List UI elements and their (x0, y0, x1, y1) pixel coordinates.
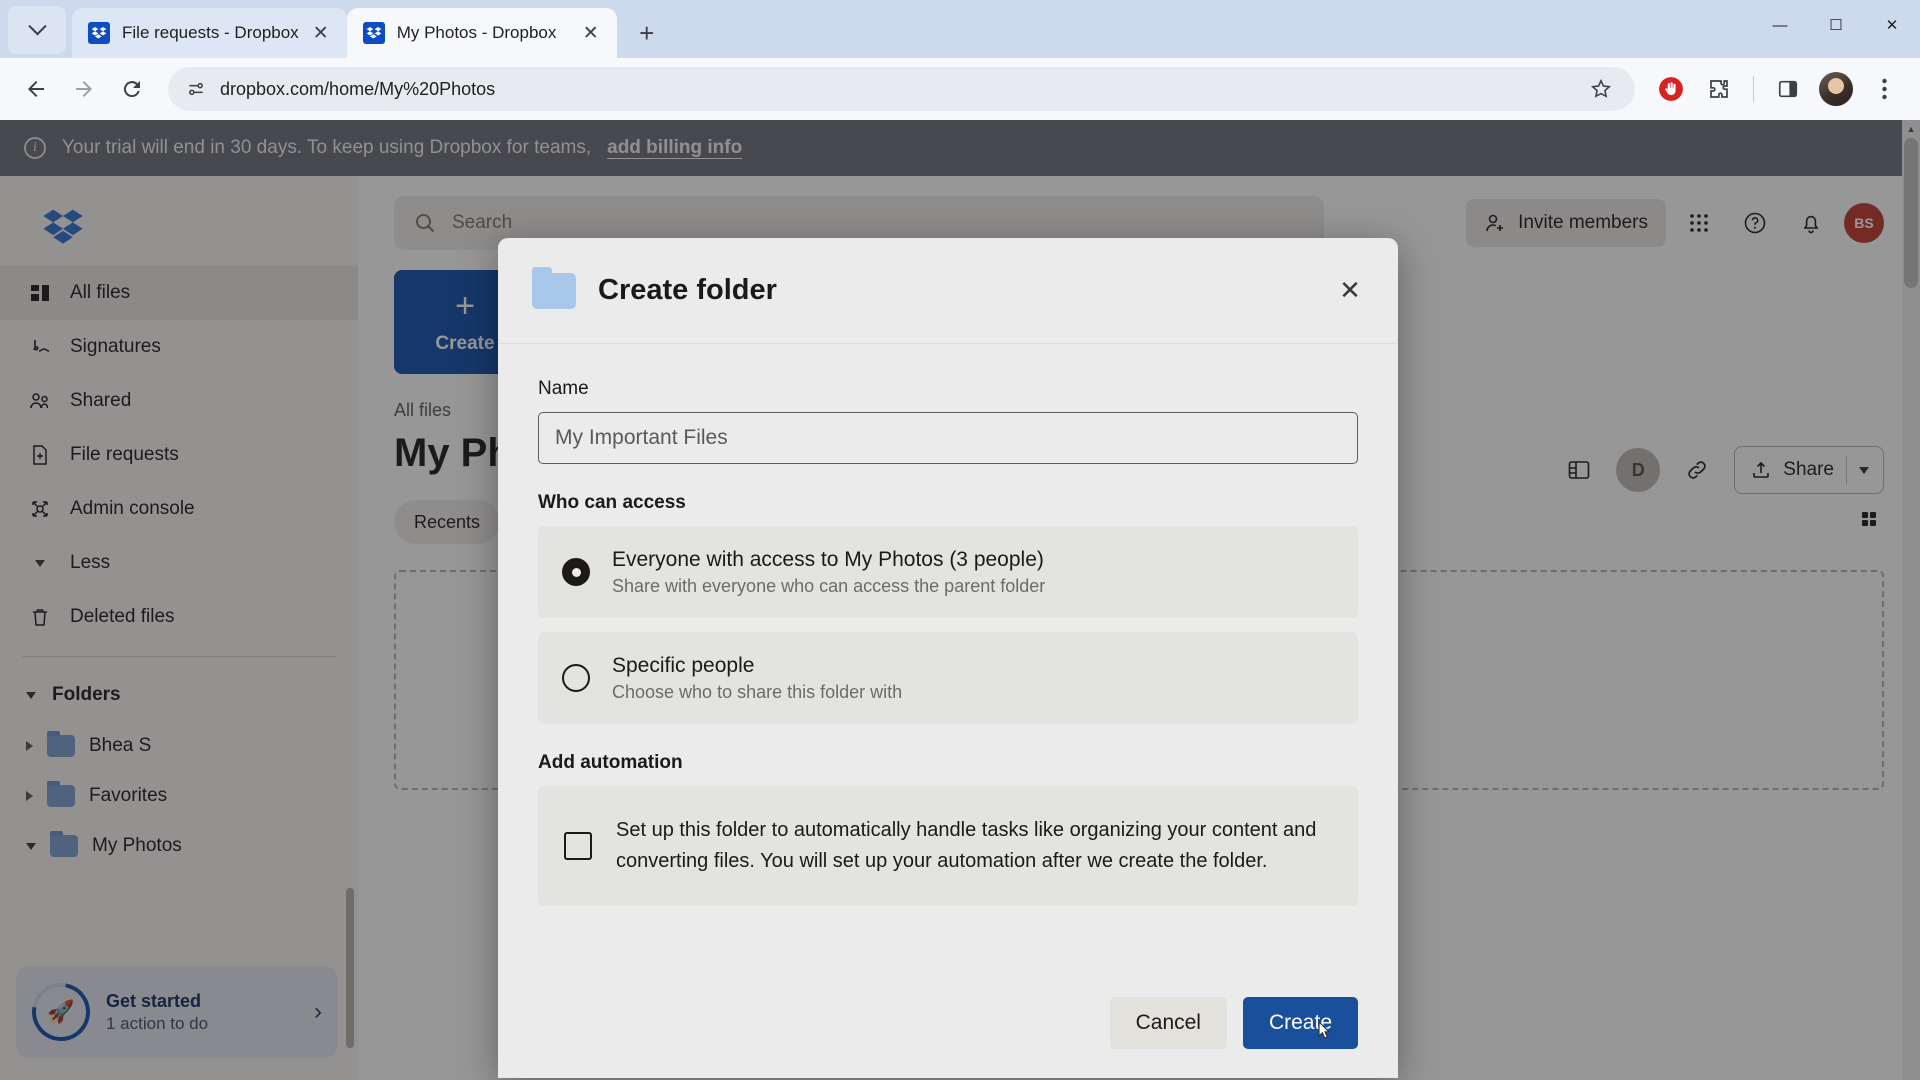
folder-icon (532, 266, 576, 309)
access-option-everyone[interactable]: Everyone with access to My Photos (3 peo… (538, 526, 1358, 618)
three-dot-menu-icon[interactable] (1862, 67, 1906, 111)
side-panel-icon[interactable] (1766, 67, 1810, 111)
radio-specific-people[interactable] (562, 664, 590, 692)
option-subtitle: Share with everyone who can access the p… (612, 575, 1046, 596)
close-icon[interactable]: ✕ (1328, 268, 1372, 312)
star-icon[interactable] (1579, 67, 1623, 111)
create-folder-button[interactable]: Create (1242, 997, 1358, 1049)
browser-window: File requests - Dropbox ✕ My Photos - Dr… (0, 0, 1920, 1080)
adblock-stop-hand-icon[interactable] (1649, 67, 1693, 111)
site-settings-icon[interactable] (186, 79, 206, 99)
dropbox-icon (88, 22, 110, 44)
name-field-label: Name (538, 378, 589, 399)
window-controls: — ☐ ✕ (1752, 0, 1920, 50)
chevron-down-icon (27, 16, 47, 35)
option-title: Everyone with access to My Photos (3 peo… (612, 547, 1044, 571)
dialog-title: Create folder (598, 274, 777, 306)
browser-tab-my-photos[interactable]: My Photos - Dropbox ✕ (346, 8, 617, 58)
tab-search-button[interactable] (8, 6, 66, 54)
access-option-specific-people[interactable]: Specific people Choose who to share this… (538, 632, 1358, 724)
create-folder-dialog: Create folder ✕ Name My Important Files … (498, 238, 1398, 1078)
automation-checkbox[interactable] (564, 832, 592, 860)
address-bar[interactable]: dropbox.com/home/My%20Photos (168, 67, 1635, 111)
tab-title: File requests - Dropbox (122, 23, 299, 42)
add-automation-label: Add automation (538, 752, 683, 773)
url-text[interactable]: dropbox.com/home/My%20Photos (220, 79, 1565, 100)
who-can-access-label: Who can access (538, 492, 686, 513)
browser-toolbar: dropbox.com/home/My%20Photos (0, 58, 1920, 120)
browser-tab-file-requests[interactable]: File requests - Dropbox ✕ (72, 8, 347, 58)
close-icon[interactable]: ✕ (577, 19, 605, 47)
option-subtitle: Choose who to share this folder with (612, 681, 903, 702)
close-window-button[interactable]: ✕ (1864, 0, 1920, 50)
automation-option[interactable]: Set up this folder to automatically hand… (538, 786, 1358, 906)
reload-icon[interactable] (110, 67, 154, 111)
maximize-button[interactable]: ☐ (1808, 0, 1864, 50)
automation-description: Set up this folder to automatically hand… (616, 819, 1317, 872)
forward-arrow-icon[interactable] (62, 67, 106, 111)
dropbox-icon (362, 22, 385, 44)
new-tab-button[interactable]: + (627, 13, 667, 53)
minimize-button[interactable]: — (1752, 0, 1808, 50)
close-icon[interactable]: ✕ (307, 19, 335, 47)
radio-everyone[interactable] (562, 558, 590, 586)
tab-strip: File requests - Dropbox ✕ My Photos - Dr… (0, 0, 1920, 58)
back-arrow-icon[interactable] (14, 67, 58, 111)
dialog-body: Name My Important Files Who can access E… (498, 344, 1398, 968)
tab-title: My Photos - Dropbox (396, 23, 557, 42)
option-title: Specific people (612, 653, 755, 677)
cancel-button[interactable]: Cancel (1109, 997, 1227, 1049)
profile-avatar[interactable] (1814, 67, 1858, 111)
extensions-puzzle-icon[interactable] (1697, 67, 1741, 111)
folder-name-input[interactable]: My Important Files (538, 412, 1358, 464)
dialog-footer: Cancel Create (498, 968, 1398, 1078)
dialog-header: Create folder ✕ (498, 238, 1398, 344)
toolbar-divider (1753, 76, 1754, 102)
